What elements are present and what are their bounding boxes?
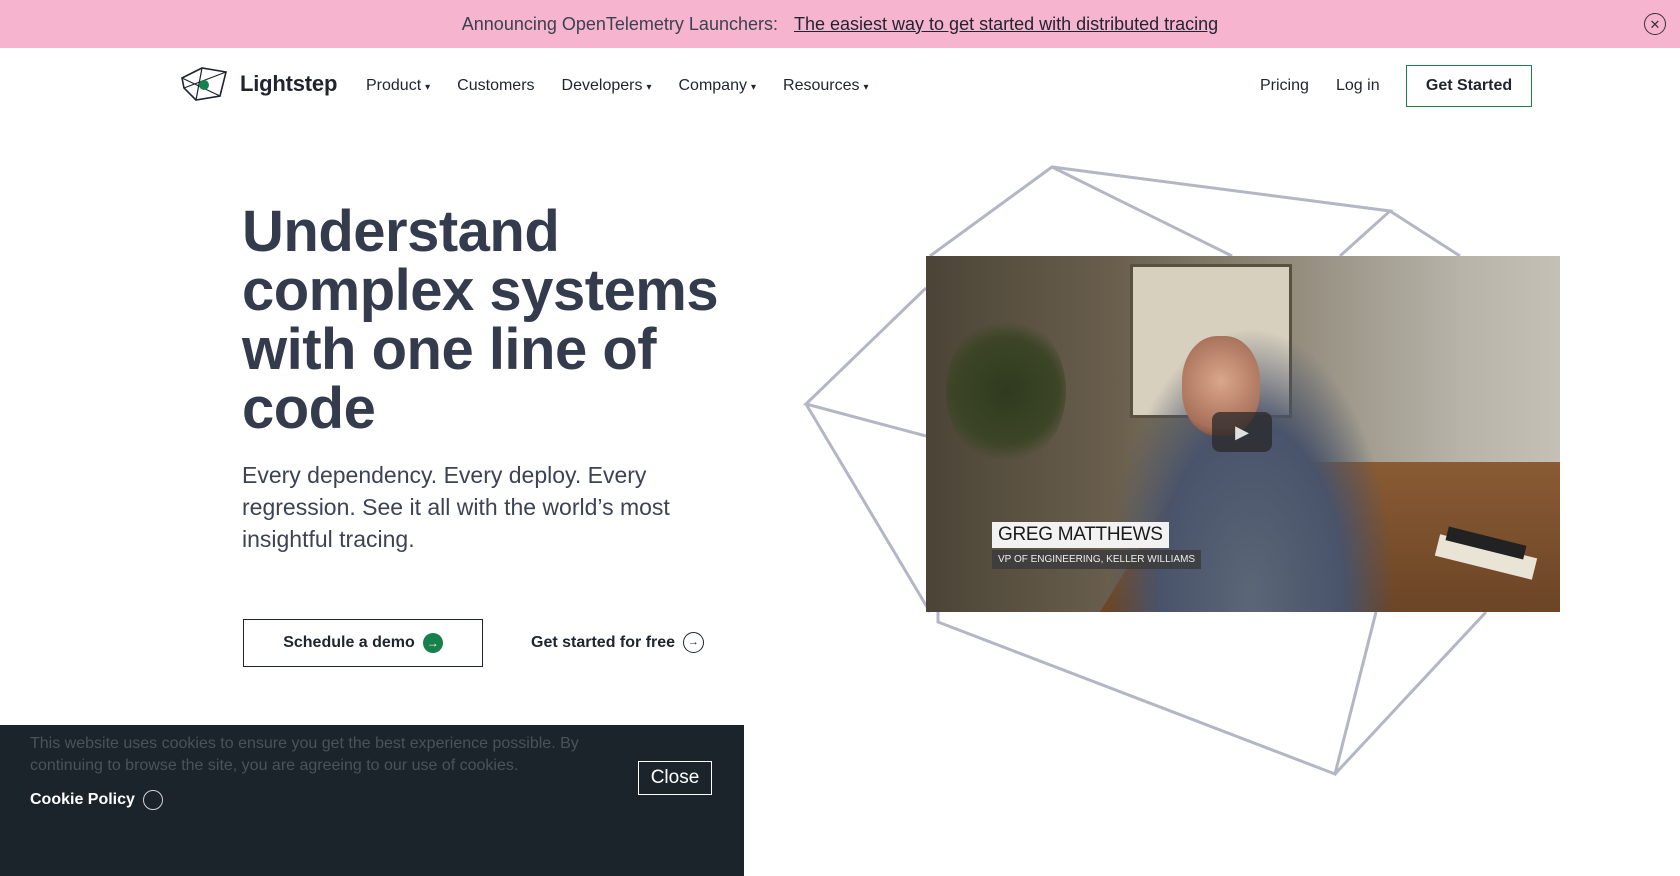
video-speaker-name: GREG MATTHEWS <box>992 522 1169 548</box>
schedule-demo-button[interactable]: Schedule a demo → <box>243 619 483 667</box>
get-started-free-label: Get started for free <box>531 633 676 651</box>
hero-title: Understand complex systems with one line… <box>242 199 719 441</box>
arrow-right-icon: → <box>683 632 705 653</box>
hero-subtitle: Every dependency. Every deploy. Every re… <box>242 462 670 552</box>
circle-icon <box>142 790 163 810</box>
arrow-right-icon: → <box>422 633 443 653</box>
video-lower-third: GREG MATTHEWS VP OF ENGINEERING, KELLER … <box>992 522 1202 569</box>
play-icon[interactable]: ▶ <box>1212 412 1272 452</box>
video-player[interactable]: GREG MATTHEWS VP OF ENGINEERING, KELLER … <box>926 256 1560 612</box>
get-started-free-link[interactable]: Get started for free → <box>531 632 705 653</box>
cookie-text: This website uses cookies to ensure you … <box>30 735 579 774</box>
video-plant <box>946 316 1066 466</box>
schedule-demo-label: Schedule a demo <box>283 634 415 651</box>
cookie-banner: This website uses cookies to ensure you … <box>0 725 744 876</box>
cookie-close-button[interactable]: Close <box>638 761 712 795</box>
cookie-policy-link[interactable]: Cookie Policy <box>30 790 163 810</box>
video-speaker-role: VP OF ENGINEERING, KELLER WILLIAMS <box>992 550 1202 569</box>
cookie-policy-label: Cookie Policy <box>30 791 135 808</box>
